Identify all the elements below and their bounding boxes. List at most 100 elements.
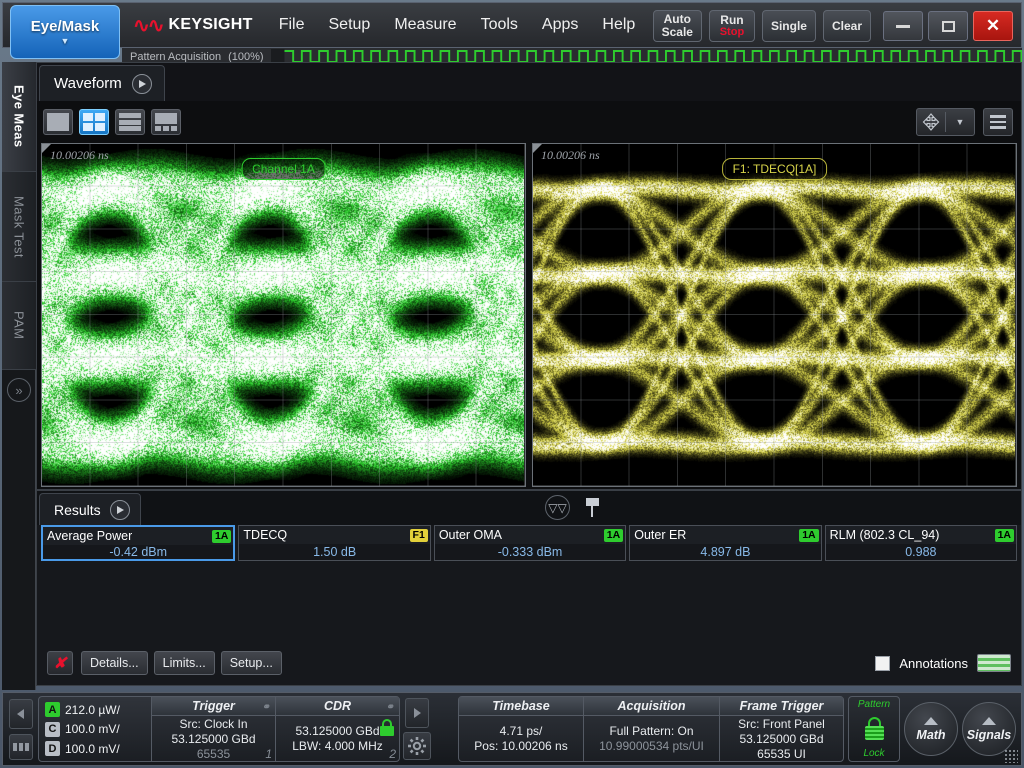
signals-label: Signals [967,728,1011,742]
menu-help[interactable]: Help [590,12,647,38]
timebase-panel[interactable]: Timebase 4.71 ps/ Pos: 10.00206 ns [459,697,583,761]
setup-button[interactable]: Setup... [221,651,282,675]
close-button[interactable]: ✕ [973,11,1013,41]
sidebar-item-pam[interactable]: PAM [2,282,36,370]
result-card-outer-er[interactable]: Outer ER 1A 4.897 dB [629,525,821,561]
result-card-average-power[interactable]: Average Power 1A -0.42 dBm [41,525,235,561]
frame-trigger-panel[interactable]: Frame Trigger Src: Front Panel 53.125000… [719,697,843,761]
graticule-tdecq-f1[interactable]: 10.00206 ns F1: TDECQ[1A] [532,143,1017,487]
hamburger-icon [984,108,1012,136]
stop-label: Stop [720,27,744,39]
clear-button[interactable]: Clear [823,10,871,42]
status-grid-button[interactable] [9,734,33,760]
pattern-acquisition-label: Pattern Acquisition [122,51,221,63]
frame-trigger-title-text: Frame Trigger [740,699,824,713]
minimize-button[interactable] [883,11,923,41]
channel-c-row: C 100.0 mV/ [45,722,145,737]
resize-grip[interactable] [1004,749,1018,763]
menu-file[interactable]: File [267,12,317,38]
annotation-stripes-icon[interactable] [977,654,1011,672]
eye-diagram-yellow [533,144,1015,487]
result-card-outer-oma[interactable]: Outer OMA 1A -0.333 dBm [434,525,626,561]
cdr-panel[interactable]: CDR ⚭ 53.125000 GBd LBW: 4.000 MHz 2 [275,697,399,761]
usb-icon: ⚭ [386,702,394,713]
sidebar-expand-button[interactable]: » [2,370,36,410]
result-card-tdecq[interactable]: TDECQ F1 1.50 dB [238,525,430,561]
scroll-left-button[interactable] [9,699,33,729]
waveform-play-button[interactable] [132,74,152,94]
channel-1a-badge[interactable]: Channel 1A [241,158,326,180]
result-value: 0.988 [826,544,1016,560]
results-panel: Results ▽▽ Average Power 1A -0.42 dBm [36,490,1022,686]
acquisition-controls: Auto Scale Run Stop Single Clear [653,10,871,42]
menu-setup[interactable]: Setup [317,12,383,38]
tab-waveform[interactable]: Waveform [39,65,165,101]
result-card-rlm[interactable]: RLM (802.3 CL_94) 1A 0.988 [825,525,1017,561]
result-name: Outer ER [634,528,686,542]
menu-measure[interactable]: Measure [382,12,468,38]
tab-results[interactable]: Results [39,493,141,525]
results-play-button[interactable] [110,500,130,520]
pan-move-button[interactable] [917,109,945,135]
channel-c-tag: C [45,722,60,737]
graticule-channel-1a[interactable]: 10.00206 ns Channel 1A [41,143,526,487]
layout-mixed-button[interactable] [151,109,181,135]
pattern-acquisition-percent: (100%) [221,51,263,63]
channel-a-row: A 212.0 µW/ [45,702,145,717]
auto-scale-button[interactable]: Auto Scale [653,10,702,42]
result-value: -0.42 dBm [43,545,233,559]
move-icon [922,113,940,131]
limits-button[interactable]: Limits... [154,651,215,675]
run-label: Run [720,14,743,27]
left-sidebar: Eye Meas Mask Test PAM » [2,62,36,690]
cdr-lock-icon [379,719,394,736]
channel-trigger-cdr-group: A 212.0 µW/ C 100.0 mV/ D 100.0 mV/ Trig… [38,696,400,762]
single-button[interactable]: Single [762,10,816,42]
cdr-body: 53.125000 GBd LBW: 4.000 MHz 2 [276,716,399,761]
channel-readout-box[interactable]: A 212.0 µW/ C 100.0 mV/ D 100.0 mV/ [39,697,151,761]
tdecq-f1-badge[interactable]: F1: TDECQ[1A] [722,158,828,180]
keysight-wave-icon: ∿∿ [133,13,163,38]
pin-results-button[interactable] [584,498,600,518]
frame-trigger-title: Frame Trigger [720,697,843,716]
close-results-button[interactable]: ✘ [47,651,73,675]
trigger-title: Trigger ⚭ [152,697,275,716]
settings-gear-button[interactable] [403,732,431,760]
result-name: RLM (802.3 CL_94) [830,528,940,542]
layout-rows-button[interactable] [115,109,145,135]
auto-scale-label-2: Scale [662,26,693,39]
chevron-right-icon [412,707,422,719]
acquisition-panel[interactable]: Acquisition Full Pattern: On 10.99000534… [583,697,719,761]
collapse-results-button[interactable]: ▽▽ [545,495,570,520]
result-badge: 1A [212,530,231,543]
menu-apps[interactable]: Apps [530,12,590,38]
math-button[interactable]: Math [904,702,958,756]
result-badge: 1A [995,529,1014,542]
acquisition-full-pattern: Full Pattern: On [609,724,693,738]
menu-tools[interactable]: Tools [469,12,530,38]
eye-diagram-green [42,144,524,487]
pattern-lock-indicator[interactable]: Pattern Lock [848,696,900,762]
maximize-button[interactable] [928,11,968,41]
waveform-menu-button[interactable] [983,108,1013,136]
trigger-panel[interactable]: Trigger ⚭ Src: Clock In 53.125000 GBd 65… [151,697,275,761]
layout-single-button[interactable] [43,109,73,135]
run-stop-button[interactable]: Run Stop [709,10,755,42]
cdr-lbw: LBW: 4.000 MHz [292,739,382,753]
details-button[interactable]: Details... [81,651,148,675]
waveform-tab-row: Waveform [37,63,1021,101]
channel-d-value: 100.0 mV/ [65,742,120,756]
math-label: Math [916,728,945,742]
pattern-label: Pattern [858,699,890,710]
sidebar-item-eye-meas[interactable]: Eye Meas [2,62,36,172]
eye-mask-mode-button[interactable]: Eye/Mask ▼ [10,5,120,59]
trigger-source: Src: Clock In [179,717,247,731]
annotations-checkbox[interactable] [875,656,890,671]
sidebar-item-mask-test[interactable]: Mask Test [2,172,36,282]
scroll-right-button[interactable] [405,698,429,728]
sidebar-label-mask-test: Mask Test [12,186,27,268]
pan-dropdown-button[interactable]: ▼ [946,109,974,135]
trigger-corner-number: 1 [265,747,272,761]
layout-quad-button[interactable] [79,109,109,135]
signals-button[interactable]: Signals [962,702,1016,756]
